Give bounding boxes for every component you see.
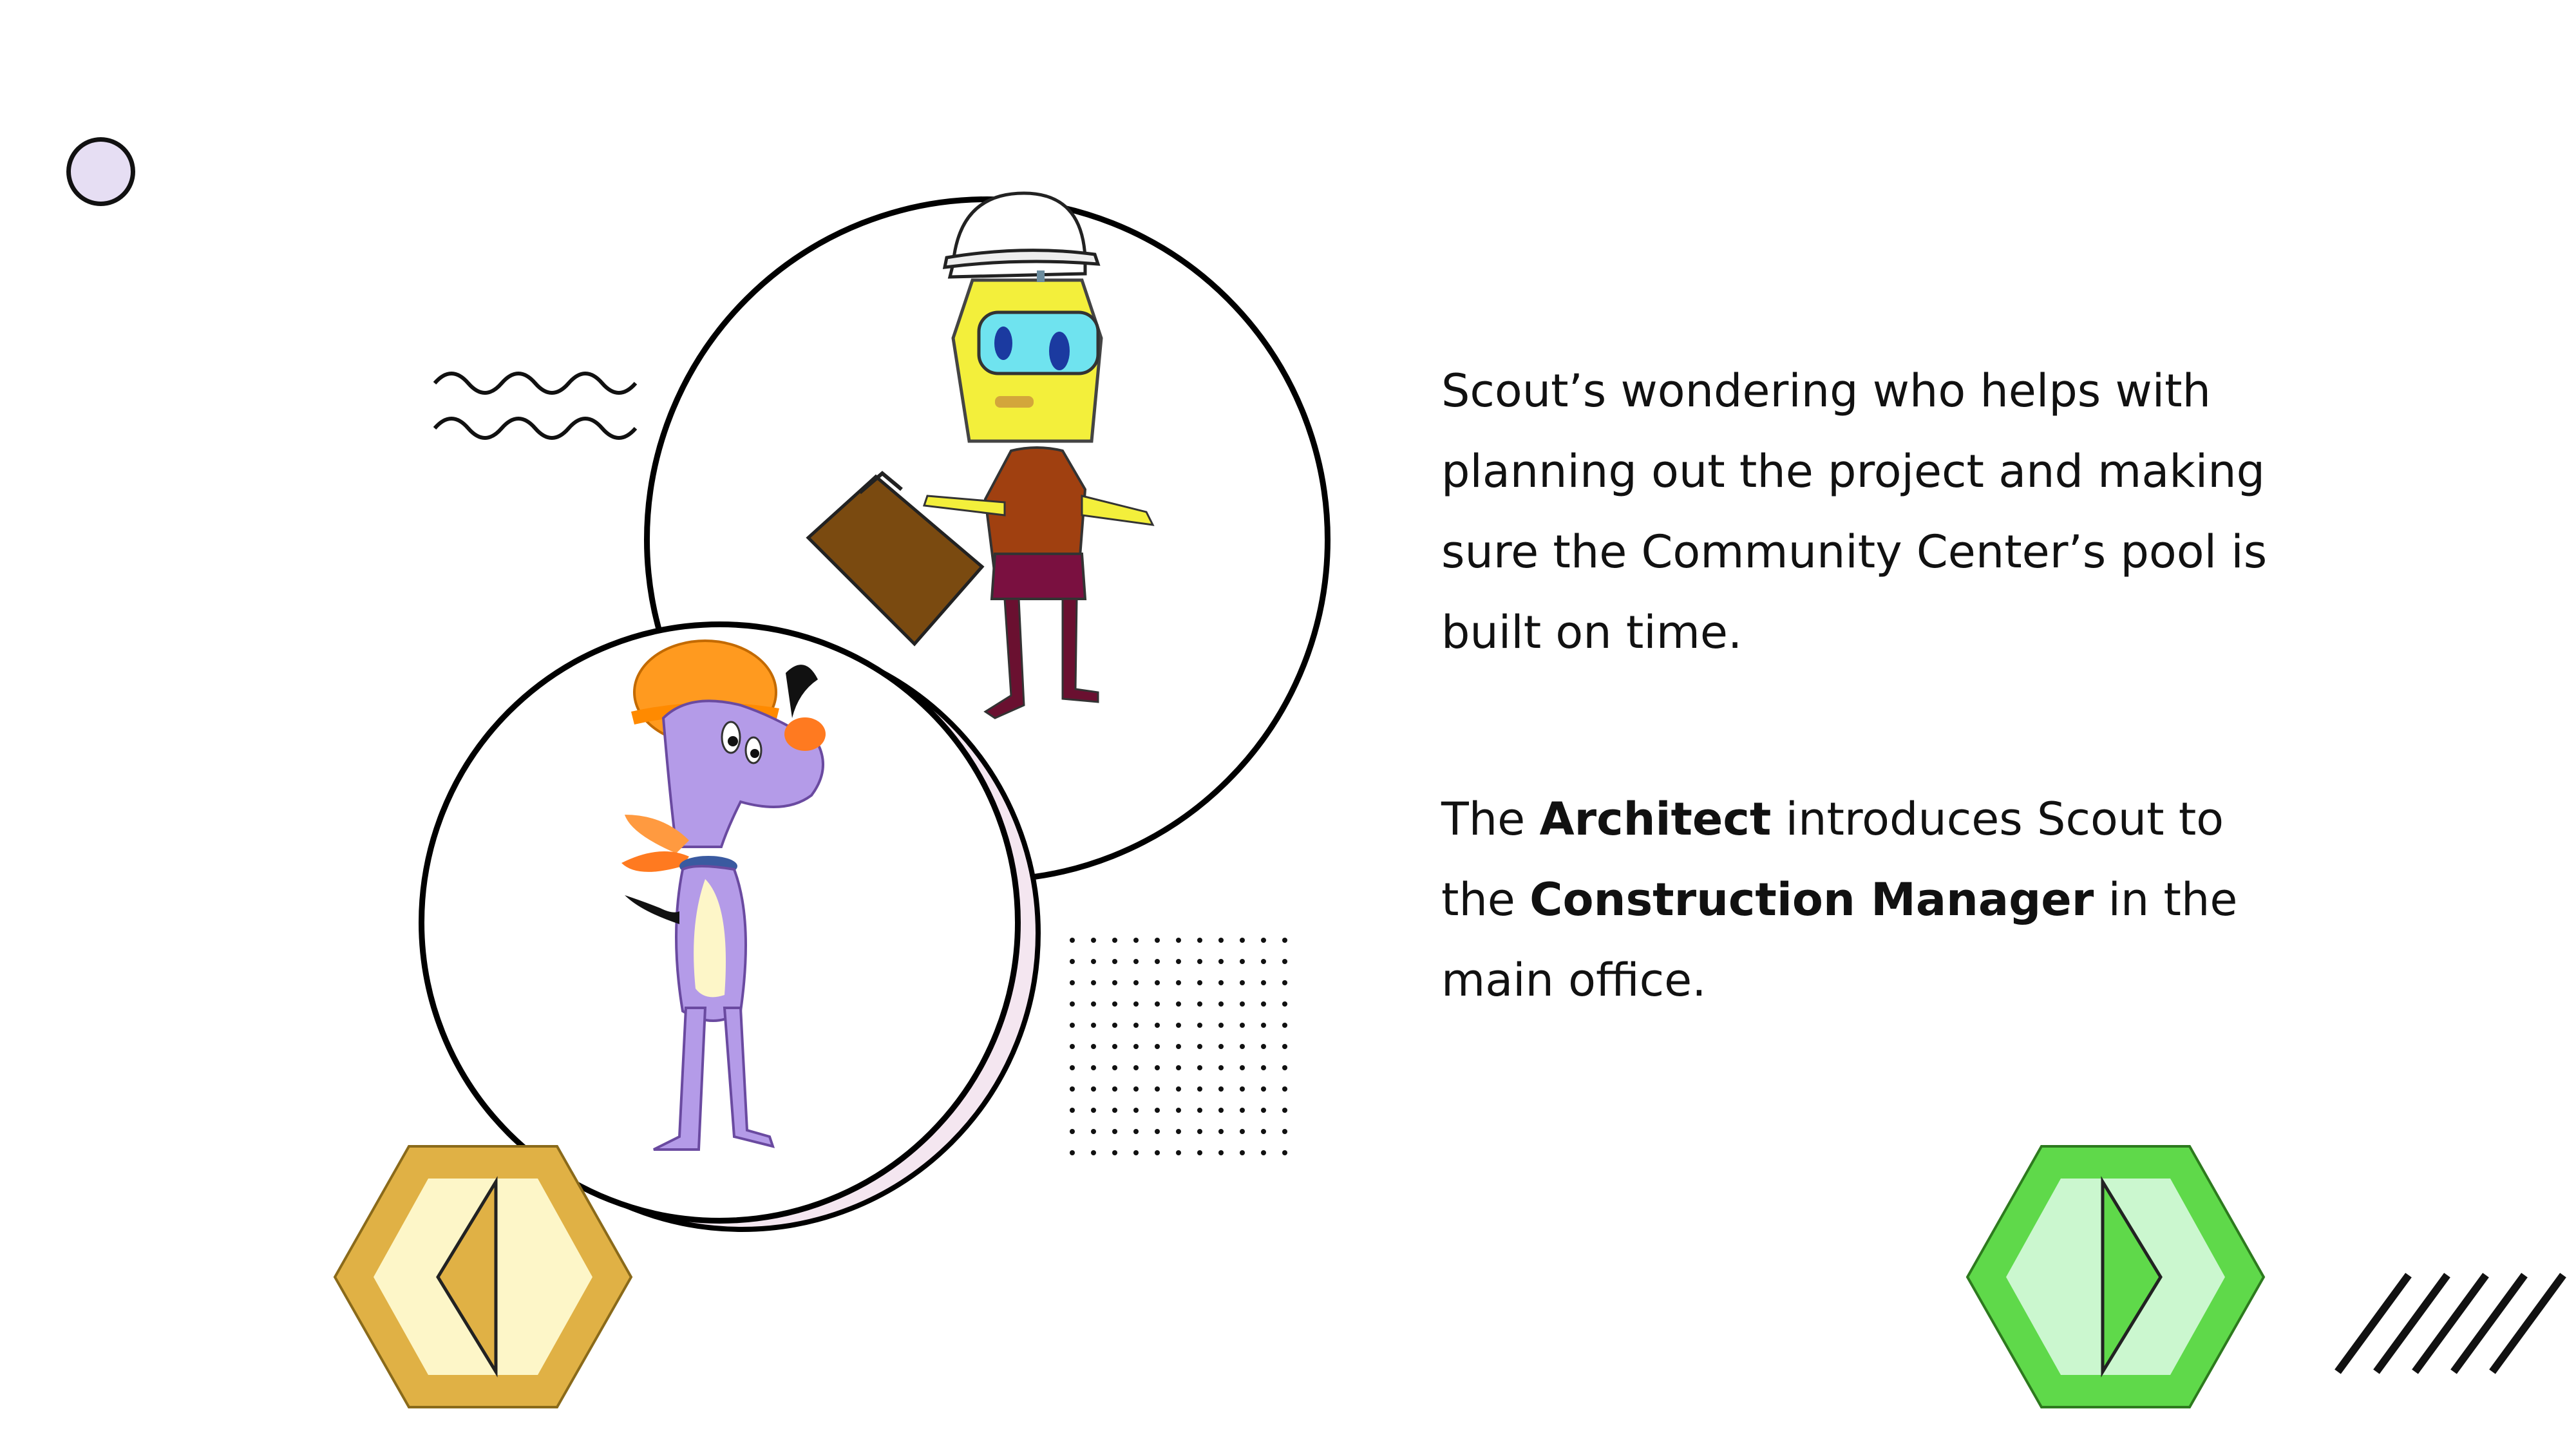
decorative-dot	[66, 137, 135, 206]
story-paragraph-2: The Architect introduces Scout to the Co…	[1441, 779, 2278, 1021]
slash-lines-decoration	[2334, 1273, 2566, 1374]
paragraph-2-part-1: The	[1441, 793, 1540, 846]
story-paragraph-1: Scout’s wondering who helps with plannin…	[1441, 365, 2268, 659]
dot-grid-decoration	[1070, 938, 1287, 1155]
architect-label: Architect	[1539, 793, 1772, 846]
back-button[interactable]	[332, 1143, 634, 1414]
next-button[interactable]	[1964, 1143, 2267, 1414]
construction-manager-label: Construction Manager	[1530, 873, 2094, 926]
wavy-lines-decoration	[433, 372, 638, 440]
scout-dog-illustration	[621, 639, 826, 1151]
